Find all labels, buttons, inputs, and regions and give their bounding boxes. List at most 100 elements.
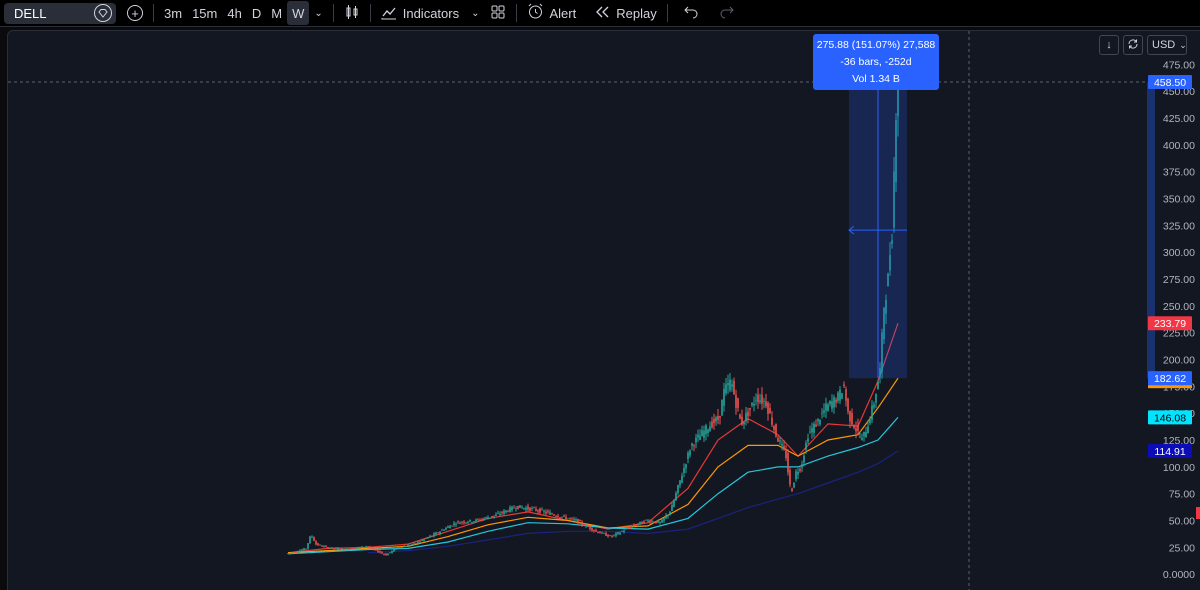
candle-body [709, 426, 711, 432]
indicators-label: Indicators [402, 5, 460, 21]
timeframe-m[interactable]: M [266, 1, 287, 25]
candle-body [423, 539, 425, 541]
candle-body [445, 527, 447, 530]
candle-body [515, 508, 517, 510]
rewind-icon [594, 4, 610, 23]
candle-body [517, 505, 519, 509]
timeframe-4h[interactable]: 4h [222, 1, 246, 25]
candle-body [687, 452, 689, 459]
symbol-search-input[interactable]: DELL [4, 2, 116, 24]
candle-body [369, 546, 371, 549]
candle-body [717, 416, 719, 420]
price-tick-label: 100.00 [1163, 462, 1195, 474]
candle-body [293, 552, 295, 554]
price-tick-label: 75.00 [1169, 489, 1195, 501]
candle-body [503, 510, 505, 514]
indicators-button[interactable]: Indicators [376, 1, 464, 25]
candle-body [597, 531, 599, 533]
candle-body [645, 519, 647, 521]
candle-body [581, 521, 583, 525]
candle-body [453, 523, 455, 526]
timeframe-d[interactable]: D [247, 1, 266, 25]
candle-body [829, 401, 831, 405]
candle-body [559, 517, 561, 519]
candle-body [801, 464, 803, 468]
diamond-icon[interactable] [94, 4, 112, 22]
measure-bars: -36 bars, -252d [840, 56, 912, 68]
candle-body [797, 472, 799, 475]
candle-body [509, 507, 511, 512]
candle-body [411, 544, 413, 545]
layouts-button[interactable] [485, 1, 511, 25]
candle-body [525, 507, 527, 510]
candle-body [539, 508, 541, 513]
candle-body [853, 425, 855, 429]
candle-body [807, 438, 809, 442]
candle-body [677, 485, 679, 494]
candle-body [651, 521, 653, 523]
indicators-icon [381, 4, 397, 23]
measure-change: 275.88 (151.07%) 27,588 [816, 39, 936, 51]
redo-button[interactable] [715, 1, 739, 25]
alarm-clock-icon [527, 3, 544, 23]
candle-body [335, 547, 337, 549]
candle-body [329, 547, 331, 549]
candle-body [443, 530, 445, 531]
candle-body [357, 547, 359, 548]
candle-body [661, 519, 663, 523]
candle-body [711, 421, 713, 428]
candle-body [385, 553, 387, 556]
timeframe-3m[interactable]: 3m [159, 1, 187, 25]
candle-body [469, 519, 471, 522]
candle-body [763, 400, 765, 402]
candle-body [825, 403, 827, 411]
candle-body [547, 511, 549, 513]
candle-body [483, 518, 485, 521]
price-tick-label: 375.00 [1163, 167, 1195, 179]
candle-body [587, 525, 589, 527]
candle-body [447, 526, 449, 528]
candle-body [713, 418, 715, 424]
scroll-to-realtime-button[interactable]: ↓ [1099, 35, 1119, 55]
candle-body [331, 547, 333, 549]
candle-body [595, 530, 597, 532]
candle-body [769, 407, 771, 414]
candle-body [339, 549, 341, 551]
candle-body [337, 548, 339, 550]
timeframe-w[interactable]: W [287, 1, 310, 25]
candle-body [407, 544, 409, 547]
alert-label: Alert [549, 5, 577, 21]
candle-body [467, 522, 469, 524]
chart-type-button[interactable] [339, 1, 365, 25]
candle-body [721, 399, 723, 416]
currency-select[interactable]: USD ⌄ [1147, 35, 1187, 55]
candle-body [529, 507, 531, 511]
candle-body [863, 431, 865, 437]
reset-chart-button[interactable] [1123, 35, 1143, 55]
undo-button[interactable] [679, 1, 703, 25]
replay-button[interactable]: Replay [589, 1, 661, 25]
timeframe-dropdown-button[interactable]: ⌄ [309, 1, 327, 25]
candle-body [601, 532, 603, 534]
price-chart[interactable]: 0.000025.0050.0075.00100.00125.00150.001… [8, 31, 1200, 590]
candle-body [655, 521, 657, 524]
refresh-icon [1127, 38, 1139, 53]
candle-body [489, 517, 491, 519]
add-symbol-button[interactable]: + [122, 1, 148, 25]
candle-body [699, 435, 701, 441]
chart-area[interactable]: 0.000025.0050.0075.00100.00125.00150.001… [7, 30, 1200, 590]
indicators-dropdown-button[interactable]: ⌄ [466, 1, 484, 25]
candle-body [767, 402, 769, 414]
candle-body [833, 397, 835, 408]
timeframe-15m[interactable]: 15m [187, 1, 222, 25]
alert-button[interactable]: Alert [522, 1, 582, 25]
candle-body [301, 549, 303, 551]
candle-body [657, 520, 659, 523]
candle-body [315, 541, 317, 545]
candle-body [415, 543, 417, 544]
candle-body [847, 398, 849, 412]
candle-body [565, 516, 567, 520]
candle-body [715, 417, 717, 422]
price-tick-label: 475.00 [1163, 59, 1195, 71]
candle-body [667, 514, 669, 517]
